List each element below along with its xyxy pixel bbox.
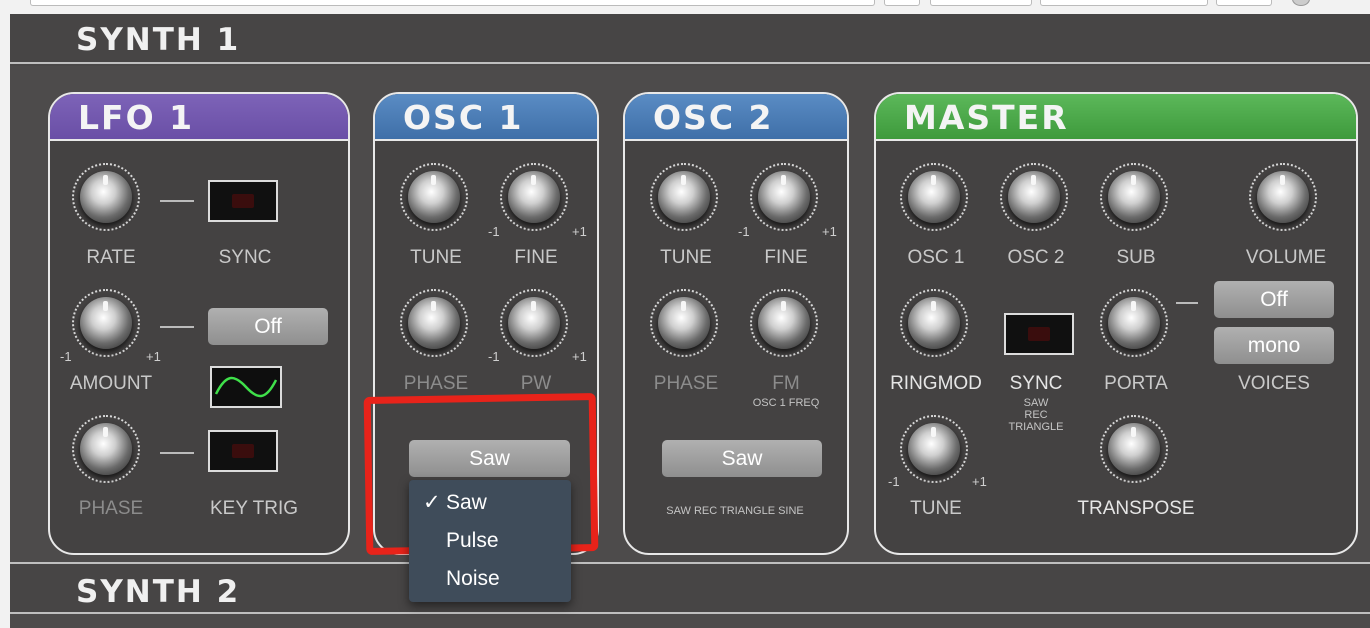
- master-porta-label: PORTA: [1104, 373, 1168, 394]
- master-ringmod-knob[interactable]: [900, 289, 968, 357]
- osc1-tune-label: TUNE: [410, 247, 462, 268]
- synth1-section-bar: SYNTH 1: [10, 14, 1370, 64]
- host-field[interactable]: [884, 0, 920, 6]
- osc1-fine-min: -1: [488, 224, 500, 239]
- osc2-phase-knob[interactable]: [650, 289, 718, 357]
- lfo-rate-knob[interactable]: [72, 163, 140, 231]
- host-toolbar-strip: [0, 0, 1370, 10]
- lfo-amount-min: -1: [60, 349, 72, 364]
- osc2-fine-label: FINE: [764, 247, 808, 268]
- lfo-mode-select[interactable]: Off: [208, 308, 328, 345]
- master-voices-select[interactable]: mono: [1214, 327, 1334, 364]
- host-field[interactable]: [1040, 0, 1208, 6]
- osc1-phase-knob[interactable]: [400, 289, 468, 357]
- osc1-pw-max: +1: [572, 349, 587, 364]
- connector-line: [160, 452, 194, 454]
- osc1-fine-knob[interactable]: [500, 163, 568, 231]
- osc2-fm-label: FM: [772, 373, 800, 394]
- lfo-amount-label: AMOUNT: [69, 373, 153, 394]
- osc2-tune-knob[interactable]: [650, 163, 718, 231]
- lfo-amount-knob[interactable]: [72, 289, 140, 357]
- host-round-button[interactable]: [1292, 0, 1310, 6]
- osc2-fm-knob[interactable]: [750, 289, 818, 357]
- checkmark-icon: ✓: [423, 491, 441, 514]
- osc1-pw-knob[interactable]: [500, 289, 568, 357]
- osc2-waveform-select[interactable]: Saw: [662, 440, 822, 477]
- osc1-fine-max: +1: [572, 224, 587, 239]
- lfo-sync-toggle[interactable]: [208, 180, 278, 222]
- osc1-title: OSC 1: [403, 98, 524, 137]
- osc2-wave-labels: SAW REC TRIANGLE SINE: [666, 505, 804, 517]
- master-tune-label: TUNE: [910, 498, 962, 519]
- master-osc2-knob[interactable]: [1000, 163, 1068, 231]
- master-porta-knob[interactable]: [1100, 289, 1168, 357]
- master-tune-max: +1: [972, 474, 987, 489]
- master-volume-knob[interactable]: [1249, 163, 1317, 231]
- master-sync-sublabel: SAW REC TRIANGLE: [1008, 397, 1064, 433]
- osc2-fine-knob[interactable]: [750, 163, 818, 231]
- master-osc1-label: OSC 1: [907, 247, 965, 268]
- connector-line: [160, 326, 194, 328]
- lfo1-header: LFO 1: [50, 94, 348, 141]
- master-porta-mode-select[interactable]: Off: [1214, 281, 1334, 318]
- lfo-sync-label: SYNC: [218, 247, 272, 268]
- osc1-header: OSC 1: [375, 94, 597, 141]
- lfo-keytrig-toggle[interactable]: [208, 430, 278, 472]
- connector-line: [160, 200, 194, 202]
- menu-item-saw[interactable]: ✓ Saw: [409, 485, 571, 521]
- menu-item-noise[interactable]: Noise: [409, 561, 571, 597]
- master-volume-label: VOLUME: [1245, 247, 1327, 268]
- master-transpose-label: TRANSPOSE: [1077, 498, 1195, 519]
- lfo-sine-wave-icon[interactable]: [210, 366, 282, 408]
- host-field[interactable]: [30, 0, 875, 6]
- osc2-fm-sublabel: OSC 1 FREQ: [752, 397, 820, 409]
- master-sync-toggle[interactable]: [1004, 313, 1074, 355]
- master-sync-label: SYNC: [1009, 373, 1063, 394]
- osc1-pw-label: PW: [520, 373, 552, 394]
- connector-line: [1176, 302, 1198, 304]
- osc2-fine-min: -1: [738, 224, 750, 239]
- master-sub-knob[interactable]: [1100, 163, 1168, 231]
- master-title: MASTER: [904, 98, 1069, 137]
- master-ringmod-label: RINGMOD: [890, 373, 982, 394]
- osc1-fine-label: FINE: [514, 247, 558, 268]
- menu-item-pulse[interactable]: Pulse: [409, 523, 571, 559]
- master-tune-min: -1: [888, 474, 900, 489]
- master-osc1-knob[interactable]: [900, 163, 968, 231]
- master-transpose-knob[interactable]: [1100, 415, 1168, 483]
- synth2-title: SYNTH 2: [76, 574, 241, 610]
- osc2-fine-max: +1: [822, 224, 837, 239]
- host-field[interactable]: [1216, 0, 1272, 6]
- lfo1-title: LFO 1: [78, 98, 195, 137]
- host-field[interactable]: [930, 0, 1032, 6]
- lfo-rate-label: RATE: [86, 247, 136, 268]
- synth1-title: SYNTH 1: [76, 22, 241, 58]
- osc1-tune-knob[interactable]: [400, 163, 468, 231]
- master-header: MASTER: [876, 94, 1356, 141]
- osc1-phase-label: PHASE: [403, 373, 469, 394]
- osc2-tune-label: TUNE: [660, 247, 712, 268]
- osc2-title: OSC 2: [653, 98, 774, 137]
- lfo-phase-knob[interactable]: [72, 415, 140, 483]
- osc2-header: OSC 2: [625, 94, 847, 141]
- lfo-amount-max: +1: [146, 349, 161, 364]
- lfo-keytrig-label: KEY TRIG: [210, 498, 298, 519]
- master-tune-knob[interactable]: [900, 415, 968, 483]
- master-voices-label: VOICES: [1238, 373, 1310, 394]
- osc1-waveform-menu: ✓ Saw Pulse Noise: [409, 480, 571, 602]
- synth2-section-bar: SYNTH 2: [10, 562, 1370, 614]
- lfo-phase-label: PHASE: [78, 498, 144, 519]
- master-sub-label: SUB: [1116, 247, 1156, 268]
- osc1-pw-min: -1: [488, 349, 500, 364]
- master-osc2-label: OSC 2: [1007, 247, 1065, 268]
- synth2-body: [10, 614, 1370, 628]
- osc2-phase-label: PHASE: [653, 373, 719, 394]
